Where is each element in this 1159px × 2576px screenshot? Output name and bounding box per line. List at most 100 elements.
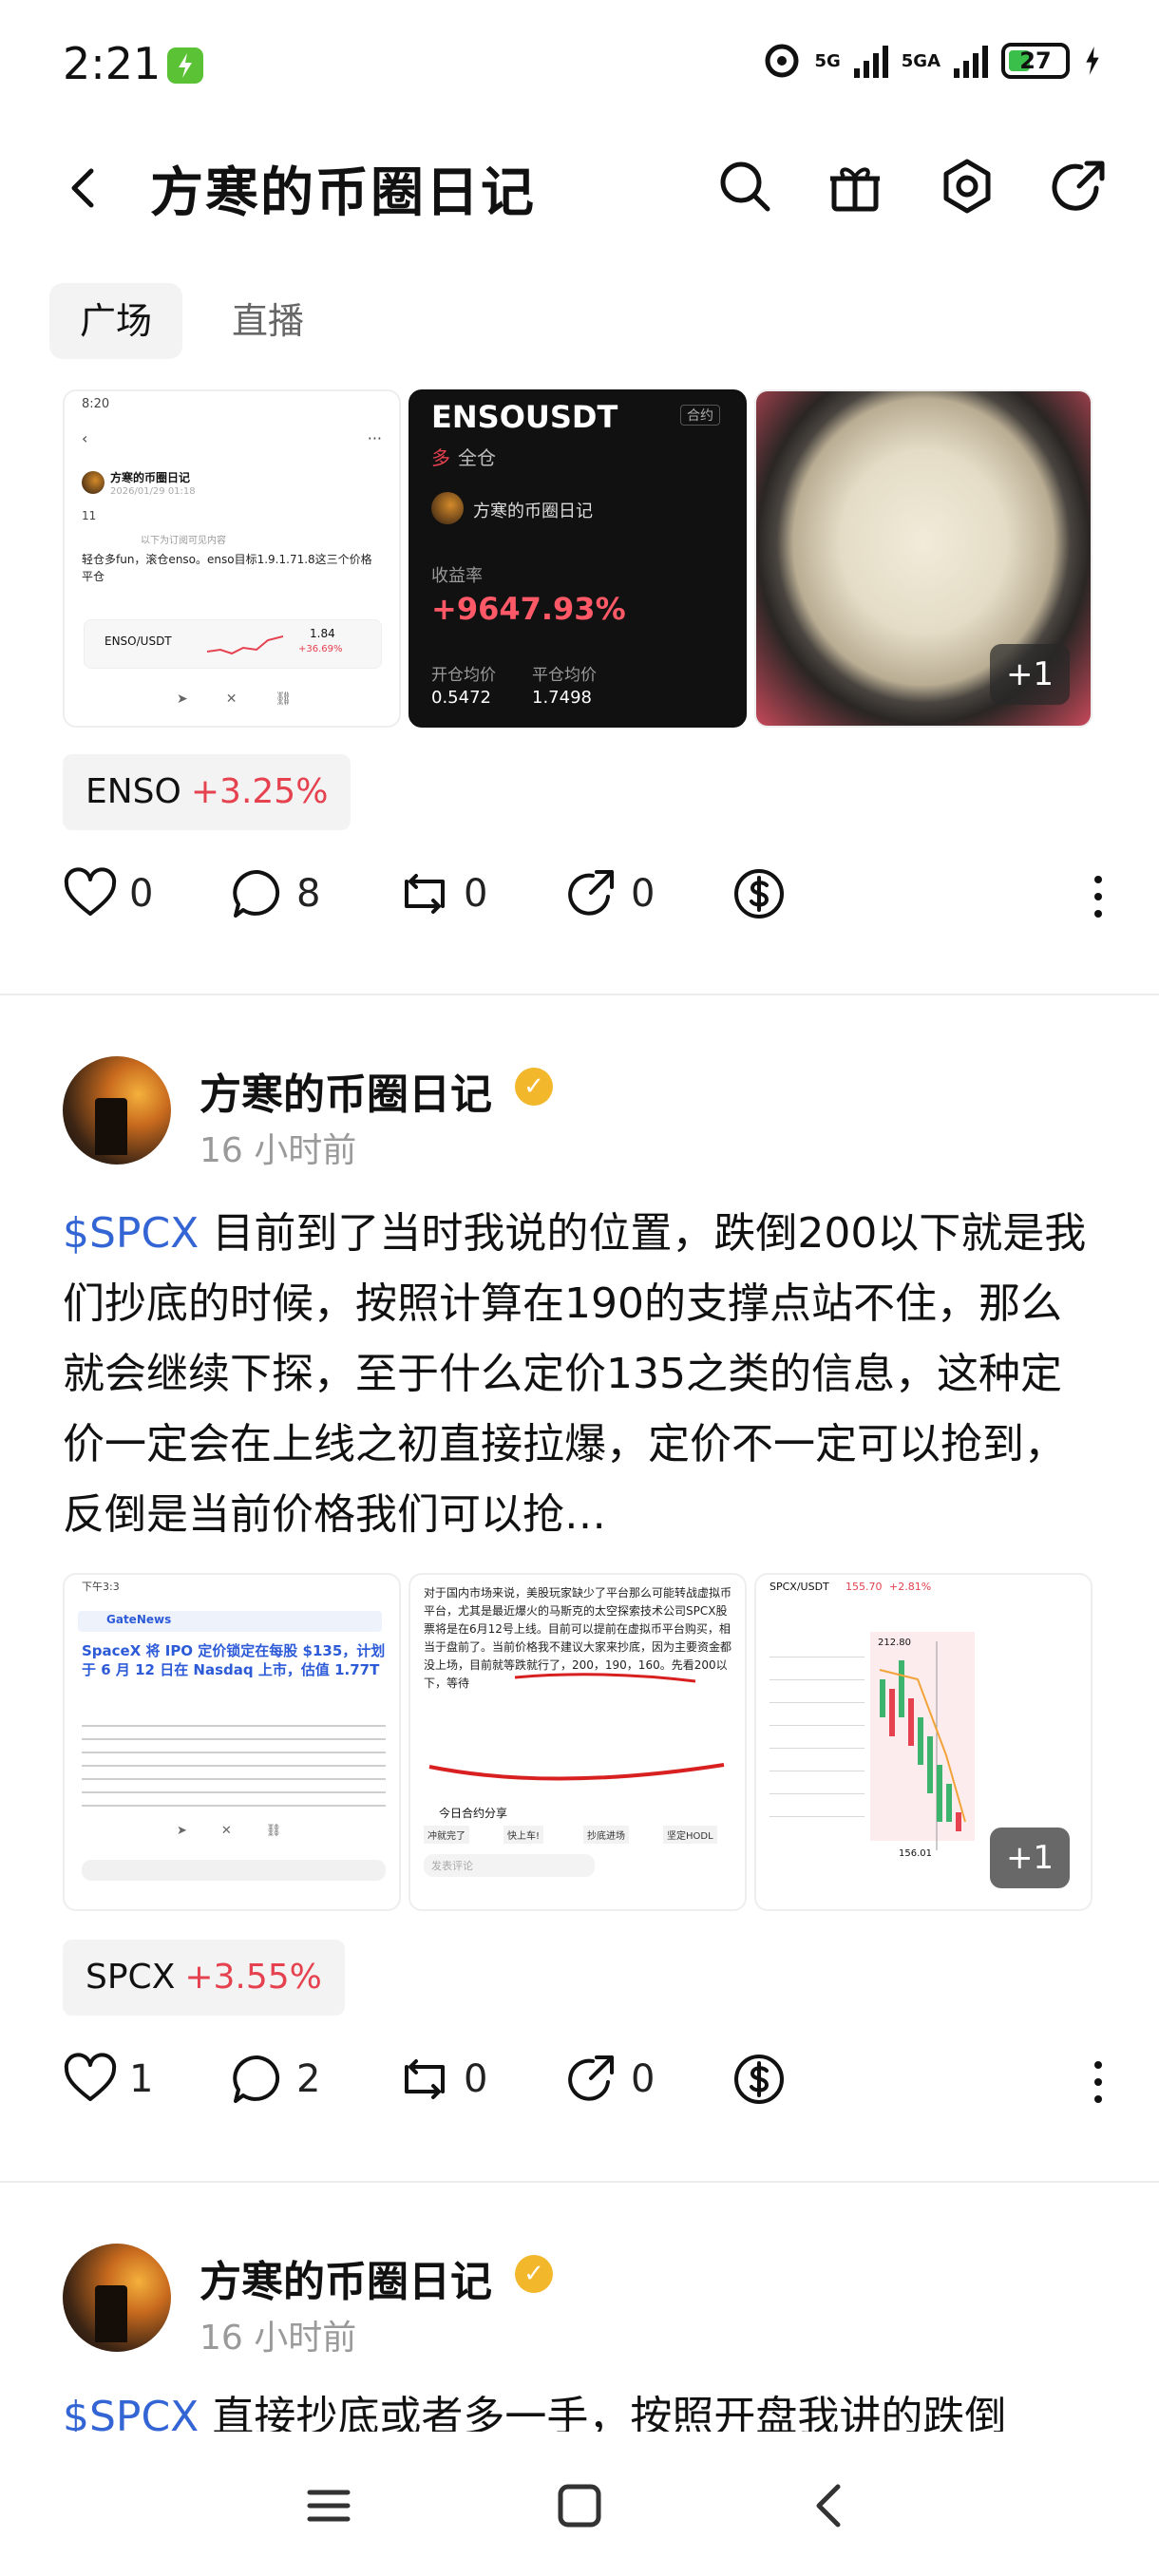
status-bar: 2:21 5G 5GA 27 bbox=[0, 0, 1159, 133]
pnl-avatar bbox=[431, 492, 464, 524]
post1-image-pnl-card[interactable]: ENSOUSDT 合约 多全仓 方寒的币圈日记 收益率 +9647.93% 开仓… bbox=[408, 389, 747, 728]
chip-symbol: ENSO bbox=[86, 772, 181, 811]
share-count: 0 bbox=[631, 872, 656, 916]
chart-pair: SPCX/USDT bbox=[770, 1581, 829, 1593]
post-author[interactable]: 方寒的币圈日记 bbox=[200, 1060, 492, 1121]
post1-image-row: 8:20 ‹ ··· 方寒的币圈日记 2026/01/29 01:18 11 以… bbox=[63, 389, 1092, 728]
avatar[interactable] bbox=[63, 2244, 171, 2352]
post1-actions: 0 8 0 0 bbox=[63, 866, 1108, 933]
gift-icon[interactable] bbox=[825, 156, 885, 217]
tab-bar: 广场 直播 bbox=[49, 283, 334, 359]
post-body[interactable]: $SPCX 直接抄底或者多一手，按照开盘我讲的跌倒 bbox=[63, 2382, 1098, 2432]
share-button[interactable]: 0 bbox=[564, 2052, 655, 2107]
post2-image-annotated-text[interactable]: 对于国内市场来说，美股玩家缺少了平台那么可能转战虚拟币平台，尤其是最近爆火的马斯… bbox=[408, 1573, 747, 1911]
share-arrow-icon bbox=[568, 870, 614, 916]
card-price: 1.84 bbox=[310, 627, 335, 640]
chart-change: +2.81% bbox=[889, 1581, 932, 1593]
share-button[interactable]: 0 bbox=[564, 866, 655, 921]
tip-button[interactable] bbox=[732, 2052, 787, 2107]
system-nav-bar bbox=[0, 2432, 1159, 2576]
tab-live[interactable]: 直播 bbox=[201, 283, 334, 359]
comment-button[interactable]: 8 bbox=[230, 866, 320, 921]
like-button[interactable]: 1 bbox=[63, 2052, 153, 2107]
dollar-coin-icon bbox=[734, 2055, 784, 2104]
post1-image-article[interactable]: 8:20 ‹ ··· 方寒的币圈日记 2026/01/29 01:18 11 以… bbox=[63, 389, 401, 728]
more-options-icon[interactable] bbox=[1089, 2055, 1108, 2112]
news-share-icons: ➤✕⛓ bbox=[177, 1824, 316, 1838]
reaction-1: 冲就完了 bbox=[424, 1826, 469, 1844]
card-back-icon: ‹ bbox=[82, 429, 88, 447]
post-body[interactable]: $SPCX 目前到了当时我说的位置，跌倒200以下就是我们抄底的时候，按照计算在1… bbox=[63, 1199, 1098, 1550]
post2-image-news[interactable]: 下午3:3 GateNews SpaceX 将 IPO 定价锁定在每股 $135… bbox=[63, 1573, 401, 1911]
repost-button[interactable]: 0 bbox=[397, 2052, 487, 2107]
post-author[interactable]: 方寒的币圈日记 bbox=[200, 2247, 492, 2308]
card-divider-text: 以下为订阅可见内容 bbox=[141, 536, 226, 546]
news-source: GateNews bbox=[106, 1613, 172, 1626]
post2-image-row: 下午3:3 GateNews SpaceX 将 IPO 定价锁定在每股 $135… bbox=[63, 1573, 1092, 1911]
pnl-side-label: 多 bbox=[431, 446, 450, 469]
comment-placeholder: 发表评论 bbox=[424, 1854, 595, 1877]
pnl-open: 0.5472 bbox=[431, 688, 491, 708]
more-images-badge: +1 bbox=[990, 1828, 1070, 1888]
signal-icon bbox=[853, 44, 888, 78]
heart-icon bbox=[64, 2053, 117, 2101]
post1-image-photo[interactable]: +1 bbox=[754, 389, 1092, 728]
card-author: 方寒的币圈日记 bbox=[110, 471, 191, 484]
chip-symbol: SPCX bbox=[86, 1958, 176, 1997]
annotated-share: 今日合约分享 bbox=[439, 1807, 508, 1820]
card-change: +36.69% bbox=[298, 644, 343, 654]
post2-image-chart[interactable]: SPCX/USDT 155.70 +2.81% 212.80 156.01 +1 bbox=[754, 1573, 1092, 1911]
back-arrow-icon[interactable] bbox=[55, 160, 112, 217]
card-avatar bbox=[82, 471, 104, 494]
ticker-tag[interactable]: $SPCX bbox=[63, 1209, 199, 1258]
repost-button[interactable]: 0 bbox=[397, 866, 487, 921]
post2-actions: 1 2 0 0 bbox=[63, 2052, 1108, 2118]
verified-badge-icon: ✓ bbox=[515, 2255, 553, 2293]
pnl-close-label: 平仓均价 bbox=[532, 666, 597, 685]
post-time: 16 小时前 bbox=[200, 1131, 357, 1170]
top-app-bar: 方寒的币圈日记 bbox=[0, 133, 1159, 237]
pnl-tag: 合约 bbox=[680, 405, 720, 426]
pnl-pair: ENSOUSDT bbox=[431, 399, 618, 435]
more-options-icon[interactable] bbox=[1089, 870, 1108, 927]
pnl-author: 方寒的币圈日记 bbox=[473, 502, 593, 521]
share-icon[interactable] bbox=[1049, 156, 1110, 217]
status-indicators: 5G 5GA 27 bbox=[763, 42, 1102, 80]
search-icon[interactable] bbox=[714, 156, 775, 217]
card-more-icon: ··· bbox=[367, 429, 382, 447]
share-count: 0 bbox=[631, 2057, 656, 2101]
status-time: 2:21 bbox=[63, 38, 162, 89]
comment-icon bbox=[233, 869, 280, 918]
verified-badge-icon: ✓ bbox=[515, 1068, 553, 1106]
share-arrow-icon bbox=[568, 2055, 614, 2101]
ticker-tag[interactable]: $SPCX bbox=[63, 2393, 199, 2432]
signal-icon-2 bbox=[954, 44, 988, 78]
news-comment-bar bbox=[82, 1860, 386, 1881]
settings-hex-icon[interactable] bbox=[937, 156, 998, 217]
tab-square[interactable]: 广场 bbox=[49, 283, 183, 359]
tip-button[interactable] bbox=[732, 866, 787, 921]
reaction-4: 坚定HODL bbox=[663, 1826, 717, 1844]
pnl-yield-label: 收益率 bbox=[431, 566, 483, 586]
card-share-icons: ➤✕⛓ bbox=[177, 691, 331, 707]
pnl-open-label: 开仓均价 bbox=[431, 666, 496, 685]
home-square-icon[interactable] bbox=[551, 2477, 608, 2534]
comment-button[interactable]: 2 bbox=[230, 2052, 320, 2107]
battery-icon: 27 bbox=[1001, 43, 1070, 79]
pnl-yield: +9647.93% bbox=[431, 591, 626, 627]
menu-icon[interactable] bbox=[300, 2477, 357, 2534]
chip-change: +3.55% bbox=[184, 1958, 322, 1997]
news-body-lines bbox=[82, 1717, 386, 1812]
post-text: 直接抄底或者多一手，按照开盘我讲的跌倒 bbox=[212, 2393, 1007, 2432]
avatar[interactable] bbox=[63, 1056, 171, 1165]
ticker-chip-spcx[interactable]: SPCX +3.55% bbox=[63, 1940, 345, 2016]
comment-count: 8 bbox=[296, 872, 321, 916]
page-title: 方寒的币圈日记 bbox=[150, 162, 536, 224]
like-button[interactable]: 0 bbox=[63, 866, 153, 921]
card-ticker: ENSO/USDT bbox=[104, 635, 172, 648]
nav-back-icon[interactable] bbox=[802, 2477, 859, 2534]
ticker-chip-enso[interactable]: ENSO +3.25% bbox=[63, 754, 352, 830]
repost-count: 0 bbox=[464, 2057, 488, 2101]
pnl-close: 1.7498 bbox=[532, 688, 592, 708]
card-body-1: 11 bbox=[82, 509, 97, 522]
